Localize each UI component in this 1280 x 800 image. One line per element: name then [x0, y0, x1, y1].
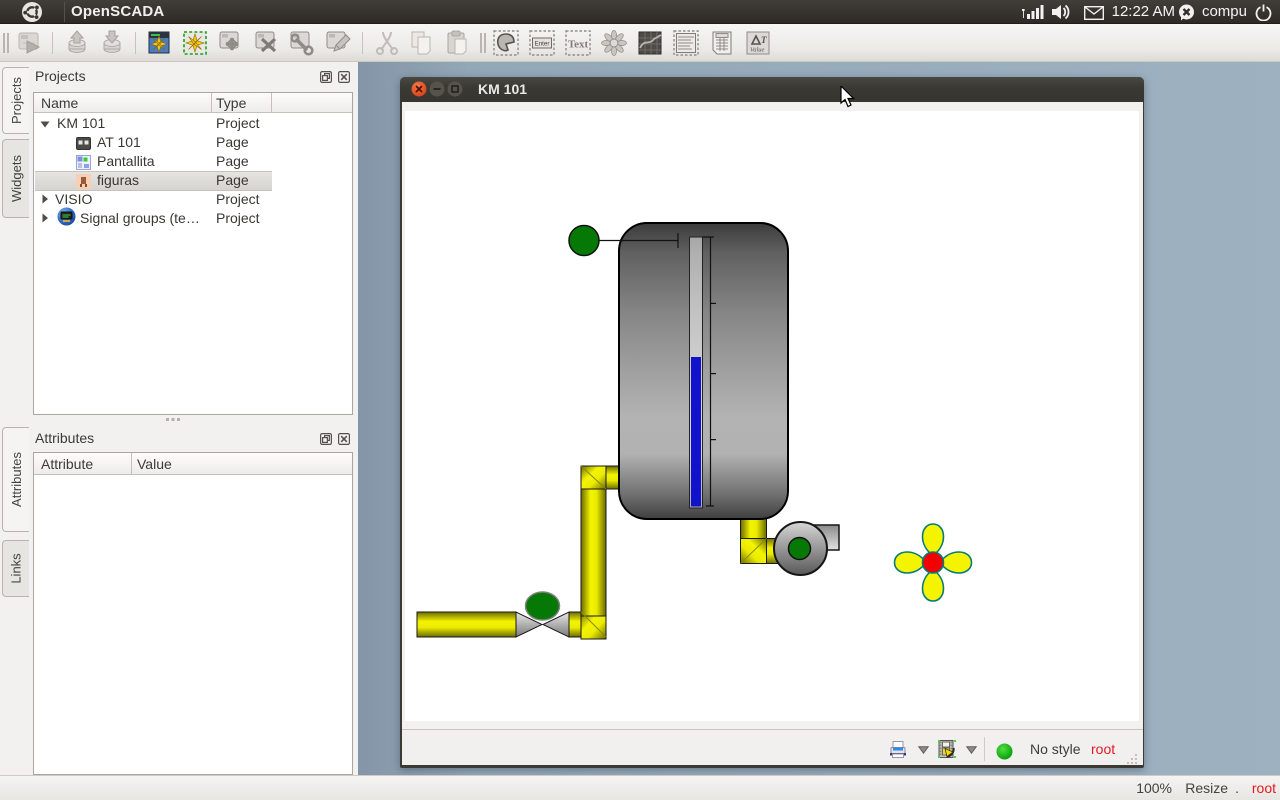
- svg-text:Value: Value: [750, 47, 765, 54]
- svg-text:Enter: Enter: [535, 41, 550, 48]
- svg-text:T: T: [761, 35, 767, 45]
- svg-text:Text: Text: [568, 39, 589, 51]
